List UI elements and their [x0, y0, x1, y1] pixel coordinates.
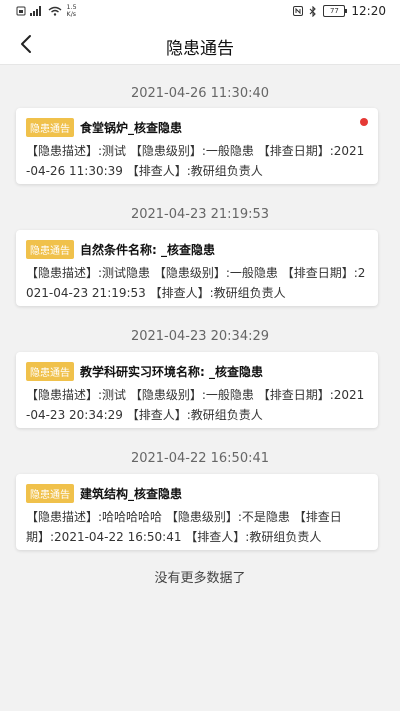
- status-right: 77 12:20: [293, 4, 386, 18]
- notice-header: 隐患通告 教学科研实习环境名称: _核查隐患: [16, 352, 378, 381]
- notice-header: 隐患通告 建筑结构_核查隐患: [16, 474, 378, 503]
- bluetooth-icon: [310, 5, 317, 17]
- sim-card-icon: [16, 6, 26, 16]
- notice-title: 建筑结构_核查隐患: [80, 487, 183, 501]
- notice-badge: 隐患通告: [26, 362, 74, 381]
- notice-card[interactable]: 隐患通告 教学科研实习环境名称: _核查隐患 【隐患描述】:测试 【隐患级别】:…: [16, 352, 378, 428]
- notice-header: 隐患通告 自然条件名称: _核查隐患: [16, 230, 378, 259]
- notice-body: 【隐患描述】:哈哈哈哈哈 【隐患级别】:不是隐患 【排查日期】:2021-04-…: [26, 510, 342, 544]
- nav-bar: 隐患通告: [0, 24, 400, 65]
- status-time: 12:20: [351, 4, 386, 18]
- signal-icon: [30, 6, 41, 16]
- notice-title: 食堂锅炉_核查隐患: [80, 121, 183, 135]
- page-title: 隐患通告: [166, 39, 234, 59]
- notice-body: 【隐患描述】:测试 【隐患级别】:一般隐患 【排查日期】:2021-04-23 …: [26, 388, 365, 422]
- status-bar: 1.5 K/s 77 12:20: [0, 0, 400, 24]
- battery-icon: 77: [323, 5, 348, 17]
- no-more-data-text: 没有更多数据了: [154, 571, 246, 586]
- notice-badge: 隐患通告: [26, 484, 74, 503]
- notice-card[interactable]: 隐患通告 食堂锅炉_核查隐患 【隐患描述】:测试 【隐患级别】:一般隐患 【排查…: [16, 108, 378, 184]
- wifi-icon: [48, 6, 62, 16]
- network-speed-unit: K/s: [66, 10, 77, 18]
- status-left: 1.5 K/s: [16, 4, 77, 18]
- notice-date: 2021-04-23 21:19:53: [130, 207, 270, 222]
- notice-body: 【隐患描述】:测试 【隐患级别】:一般隐患 【排查日期】:2021-04-26 …: [26, 144, 365, 178]
- nfc-icon: [293, 6, 304, 16]
- notice-title: 自然条件名称: _核查隐患: [80, 243, 215, 257]
- notice-badge: 隐患通告: [26, 118, 74, 137]
- battery-level: 77: [329, 7, 339, 15]
- notice-date: 2021-04-26 11:30:40: [130, 86, 270, 101]
- notice-date: 2021-04-22 16:50:41: [130, 451, 270, 466]
- notice-title: 教学科研实习环境名称: _核查隐患: [80, 365, 263, 379]
- network-speed: 1.5 K/s: [66, 4, 77, 18]
- notice-card[interactable]: 隐患通告 自然条件名称: _核查隐患 【隐患描述】:测试隐患 【隐患级别】:一般…: [16, 230, 378, 306]
- notice-card[interactable]: 隐患通告 建筑结构_核查隐患 【隐患描述】:哈哈哈哈哈 【隐患级别】:不是隐患 …: [16, 474, 378, 550]
- notice-date: 2021-04-23 20:34:29: [130, 329, 270, 344]
- notice-badge: 隐患通告: [26, 240, 74, 259]
- unread-dot: [360, 118, 368, 126]
- notice-header: 隐患通告 食堂锅炉_核查隐患: [16, 108, 378, 137]
- notice-body: 【隐患描述】:测试隐患 【隐患级别】:一般隐患 【排查日期】:2021-04-2…: [26, 266, 366, 300]
